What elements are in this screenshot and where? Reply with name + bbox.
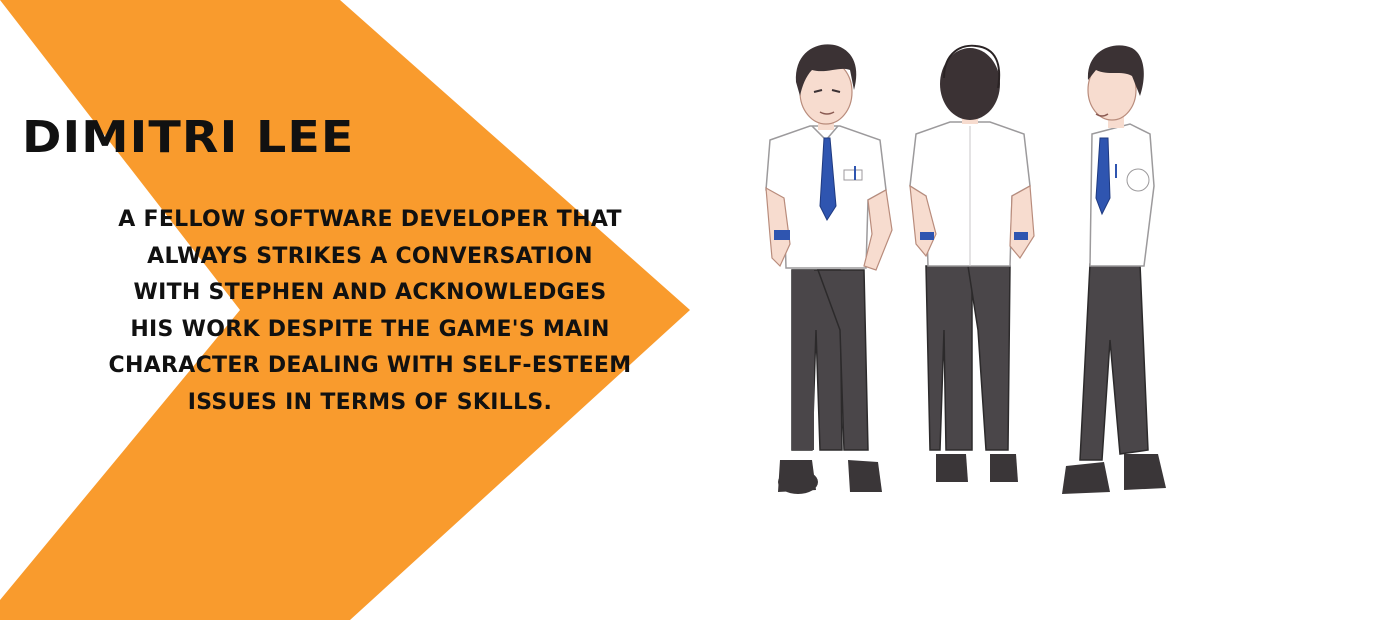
description-line: WITH STEPHEN AND ACKNOWLEDGES	[133, 280, 607, 305]
figure-front-view	[765, 44, 893, 494]
character-name: DIMITRI LEE	[22, 112, 355, 163]
description-line: ISSUES IN TERMS OF SKILLS.	[187, 389, 553, 415]
figure-back-view	[909, 44, 1035, 482]
description-line: A FELLOW SOFTWARE DEVELOPER THAT	[118, 207, 622, 232]
figure-side-view	[1062, 45, 1166, 494]
description-line: HIS WORK DESPITE THE GAME'S MAIN	[130, 316, 610, 342]
description-line: ALWAYS STRIKES A CONVERSATION	[147, 243, 593, 269]
character-description: A FELLOW SOFTWARE DEVELOPER THAT ALWAYS …	[90, 202, 650, 421]
description-line: CHARACTER DEALING WITH SELF-ESTEEM	[108, 353, 632, 378]
character-turnaround-illustration	[765, 44, 1166, 494]
slide: DIMITRI LEE A FELLOW SOFTWARE DEVELOPER …	[0, 0, 1380, 620]
